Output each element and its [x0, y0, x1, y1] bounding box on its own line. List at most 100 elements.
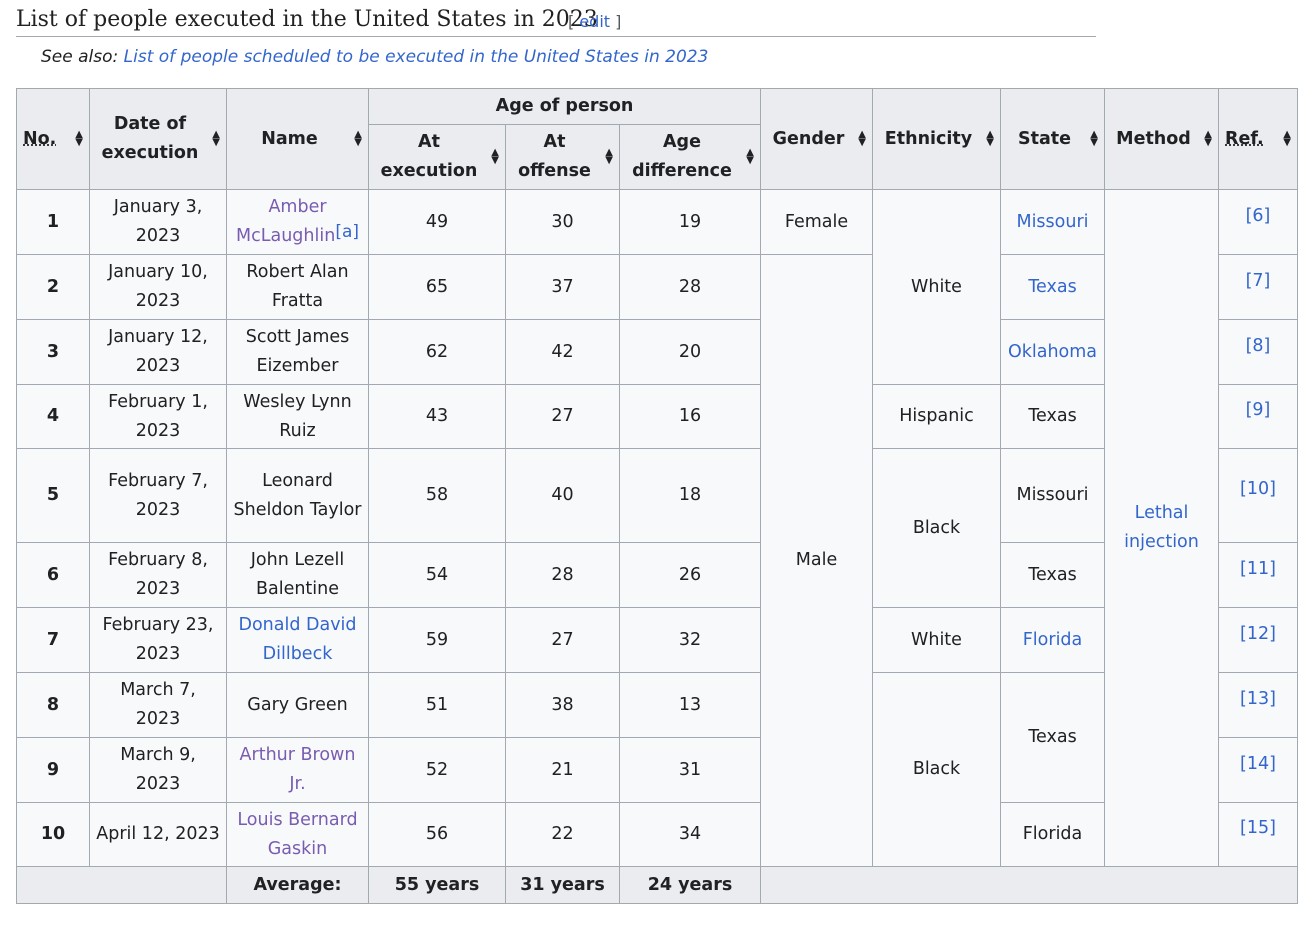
ref-link[interactable]: [12] [1240, 624, 1276, 644]
cell-name: Leonard Sheldon Taylor [226, 448, 369, 543]
name-link[interactable]: Arthur Brown Jr. [240, 745, 356, 794]
col-header-name[interactable]: Name ▲ ▼ [226, 88, 369, 190]
cell-ethnicity: Black [872, 672, 1001, 867]
cell-state: Texas [1000, 542, 1105, 608]
sort-arrows-icon[interactable]: ▲ ▼ [858, 130, 866, 148]
cell-ref: [13] [1218, 672, 1298, 738]
sort-arrows-icon[interactable]: ▲ ▼ [1090, 130, 1098, 148]
cell-age-offense: 38 [505, 672, 620, 738]
col-header-at-offense-label: At offense [518, 132, 591, 181]
name-link[interactable]: Louis Bernard Gaskin [237, 810, 357, 859]
cell-age-execution: 65 [368, 254, 506, 320]
cell-age-difference: 13 [619, 672, 761, 738]
edit-section: [ edit ] [568, 12, 621, 31]
cell-age-execution: 43 [368, 384, 506, 449]
state-link[interactable]: Missouri [1016, 212, 1088, 232]
cell-age-offense: 28 [505, 542, 620, 608]
cell-age-execution: 59 [368, 607, 506, 673]
cell-state: Texas [1000, 384, 1105, 449]
sort-arrows-icon[interactable]: ▲ ▼ [354, 130, 362, 148]
cell-age-execution: 54 [368, 542, 506, 608]
ref-link[interactable]: [14] [1240, 754, 1276, 774]
cell-name: Louis Bernard Gaskin [226, 802, 369, 867]
ref-link[interactable]: [6] [1246, 206, 1271, 226]
see-also-note: See also: List of people scheduled to be… [41, 47, 708, 67]
cell-age-difference: 31 [619, 737, 761, 803]
average-age-difference: 24 years [619, 866, 761, 904]
cell-age-execution: 56 [368, 802, 506, 867]
footnote-link[interactable]: [a] [335, 222, 359, 242]
cell-date: February 1, 2023 [89, 384, 227, 449]
cell-name: Arthur Brown Jr. [226, 737, 369, 803]
cell-date: April 12, 2023 [89, 802, 227, 867]
ref-link[interactable]: [11] [1240, 559, 1276, 579]
col-header-date[interactable]: Date of execution ▲ ▼ [89, 88, 227, 190]
cell-ethnicity: Black [872, 448, 1001, 608]
cell-method: Lethal injection [1104, 189, 1219, 867]
col-header-at-offense[interactable]: At offense ▲ ▼ [505, 124, 620, 190]
cell-state: Missouri [1000, 448, 1105, 543]
ref-link[interactable]: [10] [1240, 479, 1276, 499]
col-header-at-execution-label: At execution [380, 132, 478, 181]
cell-name: Robert Alan Fratta [226, 254, 369, 320]
sort-arrows-icon[interactable]: ▲ ▼ [491, 148, 499, 166]
cell-age-execution: 51 [368, 672, 506, 738]
name-link[interactable]: Amber McLaughlin [236, 197, 335, 246]
state-link[interactable]: Oklahoma [1008, 342, 1097, 362]
cell-age-offense: 30 [505, 189, 620, 255]
cell-no: 3 [16, 319, 90, 385]
see-also-link[interactable]: List of people scheduled to be executed … [124, 47, 709, 67]
col-header-at-execution[interactable]: At execution ▲ ▼ [368, 124, 506, 190]
cell-name: John Lezell Balentine [226, 542, 369, 608]
method-link[interactable]: Lethal injection [1124, 503, 1199, 552]
name-link[interactable]: Donald David Dillbeck [238, 615, 356, 664]
col-header-date-label: Date of execution [101, 114, 199, 163]
col-header-gender-label: Gender [772, 128, 845, 149]
col-header-ethnicity[interactable]: Ethnicity ▲ ▼ [872, 88, 1001, 190]
cell-age-offense: 27 [505, 607, 620, 673]
col-group-age-of-person: Age of person [368, 88, 761, 125]
cell-age-execution: 52 [368, 737, 506, 803]
cell-age-offense: 40 [505, 448, 620, 543]
edit-link[interactable]: edit [579, 12, 610, 31]
col-header-no[interactable]: No. ▲ ▼ [16, 88, 90, 190]
average-at-execution: 55 years [368, 866, 506, 904]
col-header-state[interactable]: State ▲ ▼ [1000, 88, 1105, 190]
average-label: Average: [226, 866, 369, 904]
ref-link[interactable]: [8] [1246, 336, 1271, 356]
executions-table: No. ▲ ▼ Date of execution ▲ ▼ Name ▲ ▼ Age of … [16, 88, 1298, 904]
state-link[interactable]: Florida [1023, 630, 1083, 650]
cell-ref: [10] [1218, 448, 1298, 543]
sort-arrows-icon[interactable]: ▲ ▼ [75, 130, 83, 148]
cell-ref: [6] [1218, 189, 1298, 255]
sort-arrows-icon[interactable]: ▲ ▼ [212, 130, 220, 148]
cell-date: February 7, 2023 [89, 448, 227, 543]
cell-age-execution: 49 [368, 189, 506, 255]
ref-link[interactable]: [15] [1240, 818, 1276, 838]
cell-state: Florida [1000, 802, 1105, 867]
cell-age-offense: 37 [505, 254, 620, 320]
ref-link[interactable]: [7] [1246, 271, 1271, 291]
see-also-prefix: See also: [41, 47, 124, 67]
sort-arrows-icon[interactable]: ▲ ▼ [1204, 130, 1212, 148]
cell-no: 8 [16, 672, 90, 738]
sort-arrows-icon[interactable]: ▲ ▼ [986, 130, 994, 148]
cell-name: Wesley Lynn Ruiz [226, 384, 369, 449]
sort-arrows-icon[interactable]: ▲ ▼ [1283, 130, 1291, 148]
cell-age-difference: 34 [619, 802, 761, 867]
ref-link[interactable]: [13] [1240, 689, 1276, 709]
cell-state: Texas [1000, 672, 1105, 803]
sort-arrows-icon[interactable]: ▲ ▼ [605, 148, 613, 166]
cell-name: Gary Green [226, 672, 369, 738]
col-header-method[interactable]: Method ▲ ▼ [1104, 88, 1219, 190]
cell-no: 6 [16, 542, 90, 608]
cell-age-difference: 28 [619, 254, 761, 320]
col-header-gender[interactable]: Gender ▲ ▼ [760, 88, 873, 190]
col-header-age-difference[interactable]: Age difference ▲ ▼ [619, 124, 761, 190]
ref-link[interactable]: [9] [1246, 400, 1271, 420]
sort-arrows-icon[interactable]: ▲ ▼ [746, 148, 754, 166]
cell-age-offense: 21 [505, 737, 620, 803]
state-link[interactable]: Texas [1028, 277, 1076, 297]
col-header-ref[interactable]: Ref. ▲ ▼ [1218, 88, 1298, 190]
cell-no: 1 [16, 189, 90, 255]
